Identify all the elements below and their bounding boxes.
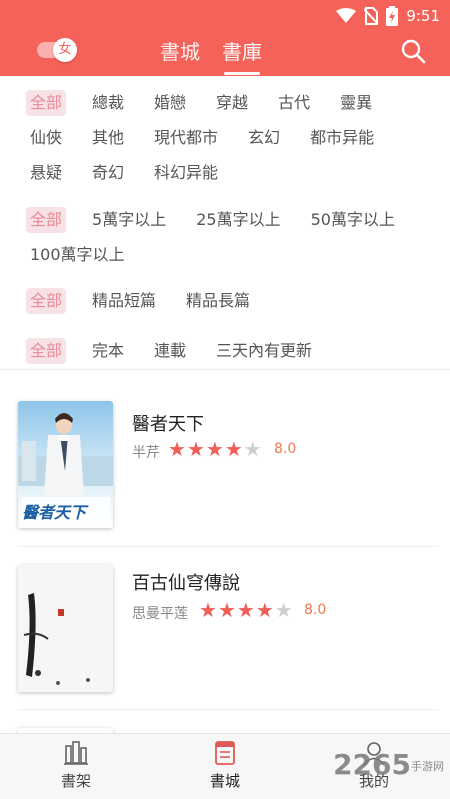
book-title: 醫者天下 bbox=[132, 414, 204, 435]
filter-panel: 全部 總裁 婚戀 穿越 古代 靈異 仙俠 其他 現代都市 玄幻 都市异能 悬疑 … bbox=[0, 76, 450, 370]
nav-label: 我的 bbox=[358, 772, 389, 790]
nav-item-profile[interactable]: 我的 bbox=[334, 740, 414, 791]
gender-toggle-knob: 女 bbox=[53, 38, 77, 62]
filter-chip[interactable]: 25萬字以上 bbox=[192, 207, 284, 233]
search-icon bbox=[401, 39, 426, 64]
filter-chip[interactable]: 其他 bbox=[88, 125, 128, 151]
filter-chip[interactable]: 古代 bbox=[274, 90, 314, 116]
bottom-nav: 書架 書城 我的 bbox=[0, 733, 450, 799]
filter-word-count: 全部 5萬字以上 25萬字以上 50萬字以上 100萬字以上 bbox=[26, 207, 426, 277]
filter-chip[interactable]: 仙俠 bbox=[26, 125, 66, 151]
book-cover-title: 醫者天下 bbox=[22, 503, 87, 522]
book-title: 百古仙穹傳說 bbox=[132, 573, 240, 594]
bookstore-icon bbox=[215, 741, 235, 765]
book-author: 思曼平莲 bbox=[132, 606, 188, 622]
filter-chip[interactable]: 穿越 bbox=[212, 90, 252, 116]
star-empty-icon: ★ bbox=[274, 598, 293, 622]
bookshelf-icon bbox=[64, 741, 88, 765]
filter-category: 全部 總裁 婚戀 穿越 古代 靈異 仙俠 其他 現代都市 玄幻 都市异能 悬疑 … bbox=[26, 90, 426, 195]
book-score: 8.0 bbox=[304, 602, 327, 618]
tab-bookstore[interactable]: 書城 bbox=[160, 36, 200, 71]
filter-chip[interactable]: 玄幻 bbox=[244, 125, 284, 151]
status-bar: 9:51 bbox=[336, 6, 440, 26]
filter-chip[interactable]: 奇幻 bbox=[88, 160, 128, 186]
book-author: 半芹 bbox=[132, 445, 160, 461]
star-filled-icon: ★ bbox=[217, 598, 236, 622]
book-item[interactable]: 百古仙穹傳說 思曼平莲 ★ ★ ★ ★ ★ 8.0 bbox=[0, 547, 450, 710]
filter-chip[interactable]: 婚戀 bbox=[150, 90, 190, 116]
filter-chip[interactable]: 靈異 bbox=[336, 90, 376, 116]
filter-chip[interactable]: 精品短篇 bbox=[88, 288, 160, 314]
book-item[interactable]: 醫者天下 醫者天下 半芹 ★ ★ ★ ★ ★ 8.0 bbox=[0, 371, 450, 534]
gender-toggle[interactable]: 女 bbox=[37, 38, 81, 62]
book-score: 8.0 bbox=[274, 441, 297, 457]
filter-chip[interactable]: 50萬字以上 bbox=[307, 207, 399, 233]
star-filled-icon: ★ bbox=[186, 437, 205, 461]
star-filled-icon: ★ bbox=[224, 437, 243, 461]
nav-item-bookshelf[interactable]: 書架 bbox=[36, 740, 116, 791]
star-filled-icon: ★ bbox=[236, 598, 255, 622]
star-filled-icon: ★ bbox=[255, 598, 274, 622]
book-cover-image bbox=[18, 565, 113, 692]
nav-label: 書城 bbox=[209, 772, 240, 790]
filter-chip[interactable]: 現代都市 bbox=[150, 125, 222, 151]
wifi-icon bbox=[336, 8, 357, 23]
star-filled-icon: ★ bbox=[168, 437, 186, 461]
filter-chip-status-all[interactable]: 全部 bbox=[26, 338, 67, 364]
filter-status: 全部 完本 連載 三天內有更新 bbox=[26, 338, 426, 373]
filter-chip[interactable]: 5萬字以上 bbox=[88, 207, 170, 233]
filter-chip[interactable]: 悬疑 bbox=[26, 160, 66, 186]
tab-library[interactable]: 書庫 bbox=[222, 36, 262, 75]
filter-chip[interactable]: 精品長篇 bbox=[182, 288, 254, 314]
star-filled-icon: ★ bbox=[199, 598, 217, 622]
profile-icon bbox=[363, 742, 385, 766]
filter-chip[interactable]: 三天內有更新 bbox=[212, 338, 316, 364]
search-button[interactable] bbox=[400, 38, 426, 64]
no-sim-icon bbox=[364, 7, 379, 25]
app-header: 9:51 女 書城 書庫 bbox=[0, 0, 450, 76]
filter-chip-wordcount-all[interactable]: 全部 bbox=[26, 207, 67, 233]
status-time: 9:51 bbox=[406, 7, 440, 25]
rating-stars: ★ ★ ★ ★ ★ bbox=[199, 600, 293, 620]
battery-charging-icon bbox=[386, 6, 399, 26]
nav-label: 書架 bbox=[60, 772, 91, 790]
filter-chip[interactable]: 都市异能 bbox=[306, 125, 378, 151]
book-cover: 醫者天下 bbox=[18, 401, 113, 528]
nav-item-bookstore[interactable]: 書城 bbox=[185, 740, 265, 791]
filter-chip[interactable]: 總裁 bbox=[88, 90, 128, 116]
book-cover bbox=[18, 565, 113, 692]
filter-chip[interactable]: 連載 bbox=[150, 338, 190, 364]
rating-stars: ★ ★ ★ ★ ★ bbox=[168, 439, 262, 459]
filter-chip[interactable]: 完本 bbox=[88, 338, 128, 364]
star-filled-icon: ★ bbox=[205, 437, 224, 461]
filter-chip-length-all[interactable]: 全部 bbox=[26, 288, 67, 314]
filter-chip[interactable]: 100萬字以上 bbox=[26, 242, 129, 268]
filter-length: 全部 精品短篇 精品長篇 bbox=[26, 288, 426, 323]
header-tabs: 書城 書庫 bbox=[160, 36, 262, 75]
star-empty-icon: ★ bbox=[243, 437, 262, 461]
filter-chip[interactable]: 科幻异能 bbox=[150, 160, 222, 186]
filter-chip-category-all[interactable]: 全部 bbox=[26, 90, 67, 116]
